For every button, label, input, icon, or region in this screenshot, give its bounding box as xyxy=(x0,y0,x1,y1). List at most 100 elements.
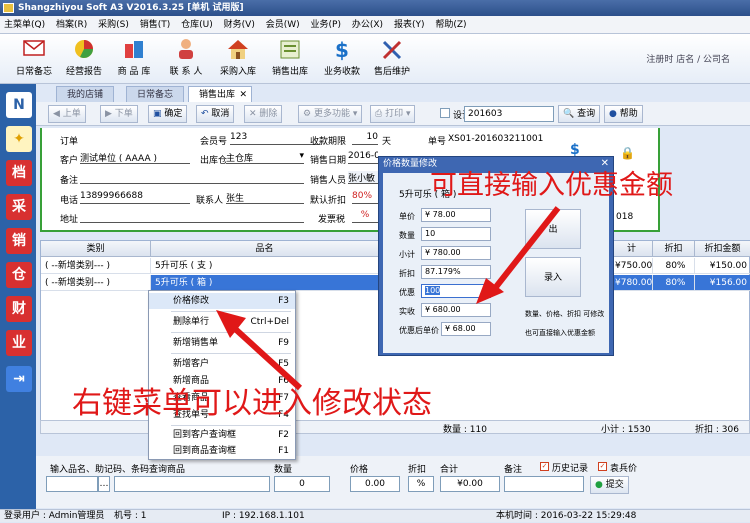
salesman-field[interactable]: 张小敏 xyxy=(348,171,378,184)
print-button[interactable]: ⎙ 打印 ▾ xyxy=(370,105,416,123)
menu-item-label: 新增商品 xyxy=(173,376,210,386)
status-ip: IP : 192.168.1.101 xyxy=(222,511,305,521)
col-name[interactable]: 品名 xyxy=(151,241,379,257)
delete-button[interactable]: ✕ 删除 xyxy=(244,105,283,123)
unit-price-label: 单价 xyxy=(399,212,415,221)
tab-strip: 我的店铺 日常备忘 销售出库 ✕ xyxy=(36,86,750,102)
menu-sales[interactable]: 销售(T) xyxy=(136,16,175,34)
discount-label: 折扣 xyxy=(399,269,415,278)
qty-input[interactable]: 0 xyxy=(274,476,330,492)
table-row-name[interactable]: 5升可乐 ( 箱 ) xyxy=(151,275,379,291)
discount-field[interactable]: 80% xyxy=(352,191,378,204)
register-link[interactable]: 注册时 店名 / 公司名 xyxy=(646,52,730,65)
reprice-checkbox[interactable]: ✓ xyxy=(598,462,607,471)
table-row-amount[interactable]: ¥156.00 xyxy=(695,275,750,291)
col-amount[interactable]: 折扣金额 xyxy=(695,241,750,257)
table-row-amount[interactable]: ¥150.00 xyxy=(695,258,750,274)
confirm-button[interactable]: ▣ 确定 xyxy=(148,105,188,123)
period-input[interactable]: 201603 xyxy=(464,106,554,122)
close-icon[interactable]: ✕ xyxy=(239,87,247,103)
exit-icon[interactable]: ⇥ xyxy=(6,366,32,392)
warehouse-select[interactable]: 主仓库 ▾ xyxy=(226,151,304,164)
menu-main[interactable]: 主菜单(Q) xyxy=(0,16,49,34)
sidebar-sales[interactable]: 销 xyxy=(6,228,32,254)
sidebar-business[interactable]: 业 xyxy=(6,330,32,356)
customer-field[interactable]: 测试单位 ( AAAA ) xyxy=(80,151,190,164)
toolbar-report-button[interactable]: 经营报告 xyxy=(58,36,110,82)
table-row-category[interactable]: ( --新增类别--- ) xyxy=(41,258,151,274)
more-functions-button[interactable]: ⚙ 更多功能 ▾ xyxy=(298,105,363,123)
after-price-label: 优惠后单价 xyxy=(399,326,439,335)
toolbar-sales-button[interactable]: 销售出库 xyxy=(264,36,316,82)
toolbar-collect-button[interactable]: $ 业务收款 xyxy=(316,36,368,82)
dialog-hint-2: 也可直接输入优惠金额 xyxy=(525,329,595,337)
toolbar-service-button[interactable]: 售后维护 xyxy=(366,36,418,82)
menu-report[interactable]: 报表(Y) xyxy=(390,16,429,34)
customer-label: 客户 xyxy=(60,156,79,166)
table-row-discount[interactable]: 80% xyxy=(653,275,695,291)
help-label: 帮助 xyxy=(619,109,638,119)
tab-my-store[interactable]: 我的店铺 xyxy=(56,86,115,102)
mail-icon xyxy=(21,38,47,62)
menu-finance[interactable]: 财务(V) xyxy=(220,16,259,34)
menu-member[interactable]: 会员(W) xyxy=(262,16,304,34)
menu-help[interactable]: 帮助(Z) xyxy=(431,16,470,34)
menu-item-product-search[interactable]: 回到商品查询框 F1 xyxy=(149,443,295,459)
menu-business[interactable]: 业务(P) xyxy=(307,16,345,34)
total-label: 合计 xyxy=(440,465,459,475)
phone-field[interactable]: 13899966688 xyxy=(80,191,190,204)
total-field[interactable]: ¥0.00 xyxy=(440,476,500,492)
sidebar-purchase[interactable]: 采 xyxy=(6,194,32,220)
toolbar-goods-button[interactable]: 商 品 库 xyxy=(108,36,160,82)
cancel-button[interactable]: ↶ 取消 xyxy=(196,105,235,123)
table-row-total[interactable]: ¥750.00 xyxy=(611,258,653,274)
table-row-category[interactable]: ( --新增类别--- ) xyxy=(41,275,151,291)
sidebar-finance[interactable]: 财 xyxy=(6,296,32,322)
design-checkbox[interactable] xyxy=(440,108,450,118)
close-icon[interactable]: ✕ xyxy=(601,158,609,169)
col-total[interactable]: 计 xyxy=(611,241,653,257)
table-row-total[interactable]: ¥780.00 xyxy=(611,275,653,291)
prev-doc-button[interactable]: ◀ 上单 xyxy=(48,105,86,123)
menu-office[interactable]: 办公(X) xyxy=(348,16,387,34)
submit-button[interactable]: ● 提交 xyxy=(590,476,629,494)
warehouse-label: 出库仓 xyxy=(200,156,228,166)
lookup-button[interactable]: … xyxy=(98,476,110,492)
sidebar-archive[interactable]: 档 xyxy=(6,160,32,186)
remark-input[interactable] xyxy=(504,476,584,492)
address-field[interactable] xyxy=(80,210,304,223)
menu-warehouse[interactable]: 仓库(U) xyxy=(177,16,217,34)
search-input[interactable] xyxy=(46,476,98,492)
col-discount[interactable]: 折扣 xyxy=(653,241,695,257)
tab-sales-out[interactable]: 销售出库 ✕ xyxy=(188,86,253,103)
toolbar-memo-button[interactable]: 日常备忘 xyxy=(8,36,60,82)
table-row-discount[interactable]: 80% xyxy=(653,258,695,274)
help-button[interactable]: ● 帮助 xyxy=(604,105,643,123)
document-toolbar: ◀ 上单 ▶ 下单 ▣ 确定 ↶ 取消 ✕ 删除 ⚙ 更多功能 ▾ ⎙ 打印 ▾… xyxy=(36,102,750,126)
toolbar-contact-button[interactable]: 联 系 人 xyxy=(160,36,212,82)
remark-field[interactable] xyxy=(80,171,304,184)
terms-field[interactable]: 10 xyxy=(352,132,378,145)
toolbar-purchase-button[interactable]: 采购入库 xyxy=(212,36,264,82)
next-doc-button[interactable]: ▶ 下单 xyxy=(100,105,138,123)
after-price-field[interactable]: ¥ 68.00 xyxy=(441,322,491,336)
disc-input[interactable]: % xyxy=(408,476,434,492)
member-field[interactable]: 123 xyxy=(230,132,320,145)
col-category[interactable]: 类别 xyxy=(41,241,151,257)
date-field[interactable]: 2016-03 xyxy=(348,151,378,164)
menu-purchase[interactable]: 采购(S) xyxy=(94,16,133,34)
query-button[interactable]: 🔍 查询 xyxy=(558,105,601,123)
contact-field[interactable]: 张生 xyxy=(226,191,304,204)
menu-archive[interactable]: 档案(R) xyxy=(52,16,91,34)
confirm-label: 确定 xyxy=(164,109,183,119)
menu-item-customer-search[interactable]: 回到客户查询框 F2 xyxy=(149,427,295,443)
product-name-input[interactable] xyxy=(114,476,270,492)
tax-field[interactable]: % xyxy=(352,210,378,223)
price-input[interactable]: 0.00 xyxy=(350,476,400,492)
table-row-name[interactable]: 5升可乐 ( 支 ) xyxy=(151,258,379,274)
history-checkbox[interactable]: ✓ xyxy=(540,462,549,471)
lightbulb-icon[interactable]: ✦ xyxy=(6,126,32,152)
sidebar-nav-icon[interactable]: N xyxy=(6,92,32,118)
sidebar-warehouse[interactable]: 仓 xyxy=(6,262,32,288)
tab-memo[interactable]: 日常备忘 xyxy=(126,86,185,102)
